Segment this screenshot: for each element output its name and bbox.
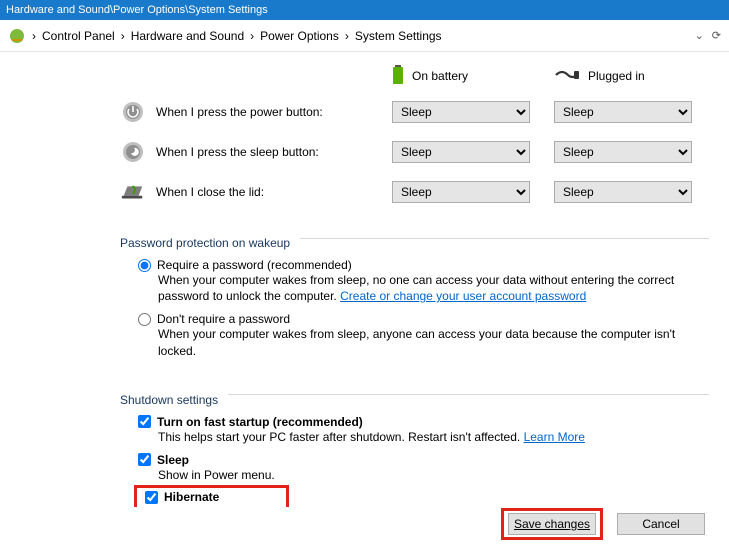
row-label-power: When I press the power button:: [156, 105, 323, 119]
check-fast-startup[interactable]: Turn on fast startup (recommended): [138, 415, 709, 429]
row-close-lid: When I close the lid:: [120, 172, 380, 212]
chevron-icon: ›: [121, 29, 125, 43]
content-area: On battery Plugged in When I press the p…: [0, 52, 729, 507]
check-hibernate-label: Hibernate: [164, 490, 219, 504]
select-power-battery[interactable]: Sleep: [392, 101, 530, 123]
crumb-hardware-sound[interactable]: Hardware and Sound: [131, 29, 244, 43]
chevron-icon: ›: [250, 29, 254, 43]
col-label-plugged: Plugged in: [588, 69, 645, 83]
link-change-password[interactable]: Create or change your user account passw…: [340, 289, 586, 303]
section-divider: [300, 238, 709, 239]
row-label-lid: When I close the lid:: [156, 185, 264, 199]
col-label-battery: On battery: [412, 69, 468, 83]
refresh-icon[interactable]: ⟳: [712, 29, 721, 42]
save-button[interactable]: Save changes: [508, 513, 596, 535]
row-label-sleep: When I press the sleep button:: [156, 145, 319, 159]
radio-no-label: Don't require a password: [157, 312, 290, 326]
power-options-icon: [8, 27, 26, 45]
select-lid-plugged[interactable]: Sleep: [554, 181, 692, 203]
row-sleep-button: When I press the sleep button:: [120, 132, 380, 172]
check-sleep-input[interactable]: [138, 453, 151, 466]
desc-require-password: When your computer wakes from sleep, no …: [158, 272, 678, 304]
plug-icon: [554, 68, 580, 85]
radio-require-label: Require a password (recommended): [157, 258, 352, 272]
cancel-button[interactable]: Cancel: [617, 513, 705, 535]
dropdown-chevron-icon[interactable]: ⌄: [695, 29, 704, 42]
chevron-icon: ›: [32, 29, 36, 43]
highlight-save: Save changes: [501, 508, 603, 540]
row-power-button: When I press the power button:: [120, 92, 380, 132]
select-sleep-battery[interactable]: Sleep: [392, 141, 530, 163]
crumb-power-options[interactable]: Power Options: [260, 29, 339, 43]
window-titlebar: Hardware and Sound\Power Options\System …: [0, 0, 729, 20]
sleep-button-icon: [120, 139, 146, 165]
check-fast-label: Turn on fast startup (recommended): [157, 415, 363, 429]
link-learn-more[interactable]: Learn More: [524, 430, 585, 444]
section-shutdown-title: Shutdown settings: [120, 393, 218, 407]
crumb-control-panel[interactable]: Control Panel: [42, 29, 115, 43]
crumb-system-settings[interactable]: System Settings: [355, 29, 442, 43]
check-fast-input[interactable]: [138, 415, 151, 428]
col-on-battery: On battery: [392, 60, 542, 92]
radio-no-input[interactable]: [138, 313, 151, 326]
check-hibernate[interactable]: Hibernate: [145, 490, 282, 504]
select-lid-battery[interactable]: Sleep: [392, 181, 530, 203]
desc-fast-startup: This helps start your PC faster after sh…: [158, 429, 678, 445]
select-sleep-plugged[interactable]: Sleep: [554, 141, 692, 163]
col-plugged-in: Plugged in: [554, 60, 704, 92]
desc-no-password: When your computer wakes from sleep, any…: [158, 326, 678, 358]
window-title: Hardware and Sound\Power Options\System …: [6, 4, 268, 16]
radio-require-input[interactable]: [138, 259, 151, 272]
check-sleep[interactable]: Sleep: [138, 453, 709, 467]
radio-require-password[interactable]: Require a password (recommended): [138, 258, 709, 272]
chevron-icon: ›: [345, 29, 349, 43]
breadcrumb-bar: › Control Panel › Hardware and Sound › P…: [0, 20, 729, 52]
power-button-icon: [120, 99, 146, 125]
highlight-hibernate: Hibernate Show in Power menu.: [134, 485, 289, 507]
select-power-plugged[interactable]: Sleep: [554, 101, 692, 123]
check-hibernate-input[interactable]: [145, 491, 158, 504]
radio-no-password[interactable]: Don't require a password: [138, 312, 709, 326]
check-sleep-label: Sleep: [157, 453, 189, 467]
section-password-title: Password protection on wakeup: [120, 236, 290, 250]
section-divider: [228, 394, 709, 395]
desc-hibernate: Show in Power menu.: [165, 504, 282, 507]
button-action-grid: On battery Plugged in When I press the p…: [120, 60, 709, 212]
laptop-lid-icon: [120, 179, 146, 205]
desc-sleep: Show in Power menu.: [158, 467, 678, 483]
battery-icon: [392, 65, 404, 88]
footer-buttons: Save changes Cancel: [501, 508, 705, 540]
